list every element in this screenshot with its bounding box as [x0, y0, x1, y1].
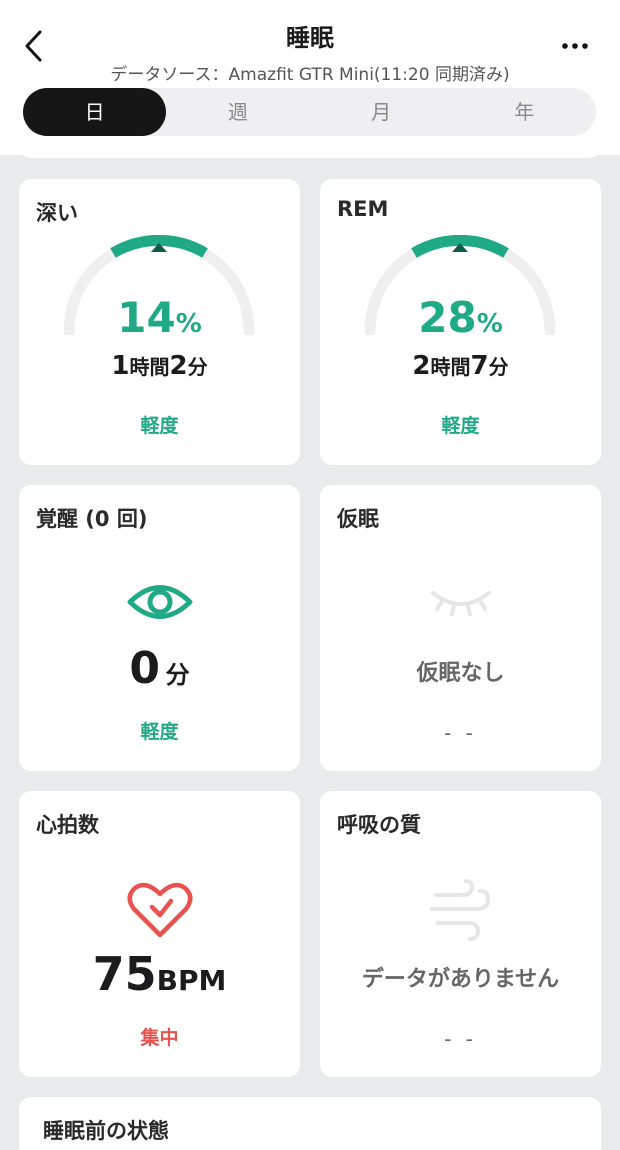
- period-tabs: 日 週 月 年: [23, 88, 596, 136]
- heart-rate-level: 集中: [140, 1027, 179, 1049]
- nap-dash: - -: [444, 721, 477, 745]
- rem-percent: 28%: [418, 293, 503, 342]
- breathing-message: データがありません: [361, 967, 560, 992]
- data-source-subtitle: データソース：Amazfit GTR Mini(11:20 同期済み): [110, 65, 510, 85]
- card-title: 心拍数: [36, 813, 99, 837]
- wind-icon: [429, 879, 490, 941]
- tab-year[interactable]: 年: [453, 88, 596, 136]
- deep-duration: 1時間2分: [111, 351, 208, 381]
- header: 睡眠 データソース：Amazfit GTR Mini(11:20 同期済み) 日…: [0, 0, 620, 155]
- deep-percent: 14%: [117, 293, 202, 342]
- tab-week[interactable]: 週: [166, 88, 309, 136]
- nap-message: 仮眠なし: [416, 661, 505, 686]
- card-title: 呼吸の質: [337, 813, 421, 837]
- rem-duration: 2時間7分: [412, 351, 509, 381]
- pre-sleep-state-card[interactable]: 睡眠前の状態: [19, 1097, 601, 1150]
- card-title: REM: [337, 197, 389, 221]
- deep-level: 軽度: [140, 415, 179, 437]
- nap-card[interactable]: 仮眠 仮眠なし - -: [320, 485, 601, 771]
- previous-card-edge: [19, 140, 601, 158]
- heart-rate-value: 75BPM: [92, 947, 227, 1001]
- card-title: 深い: [36, 201, 78, 225]
- rem-level: 軽度: [441, 415, 480, 437]
- rem-card[interactable]: REM 28% 2時間7分 軽度: [320, 179, 601, 465]
- heart-rate-card[interactable]: 心拍数 75BPM 集中: [19, 791, 300, 1077]
- tab-day[interactable]: 日: [23, 88, 167, 136]
- awake-card[interactable]: 覚醒 (0 回) 0 分 軽度: [19, 485, 300, 771]
- tab-month[interactable]: 月: [310, 88, 453, 136]
- page-title: 睡眠: [286, 24, 334, 52]
- more-dots-icon: [562, 43, 588, 49]
- eye-icon: [127, 585, 192, 619]
- card-title: 睡眠前の状態: [43, 1119, 169, 1143]
- awake-level: 軽度: [140, 721, 179, 743]
- deep-sleep-card[interactable]: 深い 14% 1時間2分 軽度: [19, 179, 300, 465]
- card-title: 覚醒 (0 回): [36, 507, 148, 531]
- awake-value: 0 分: [129, 643, 190, 694]
- breathing-quality-card[interactable]: 呼吸の質 データがありません - -: [320, 791, 601, 1077]
- more-button[interactable]: [560, 30, 590, 60]
- heart-icon: [127, 882, 192, 938]
- breathing-dash: - -: [444, 1027, 477, 1051]
- closed-eye-icon: [430, 591, 491, 616]
- card-title: 仮眠: [337, 507, 379, 531]
